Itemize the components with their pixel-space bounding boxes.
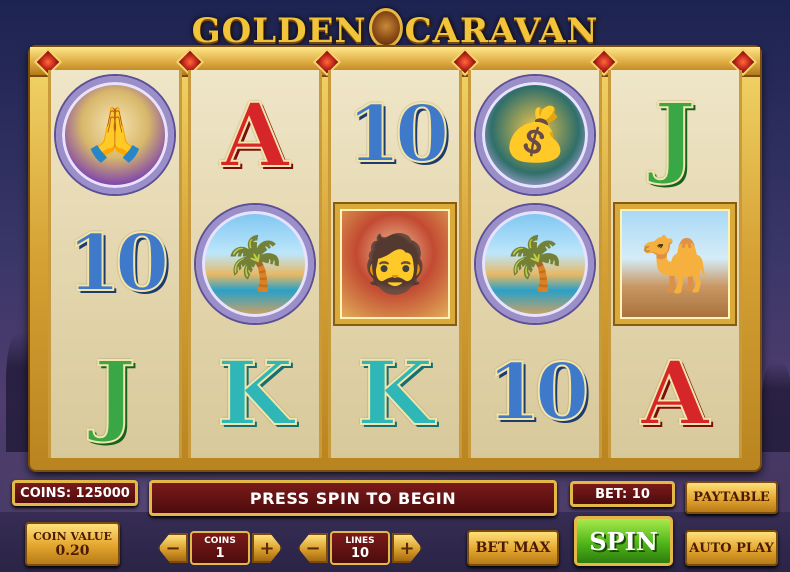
symbol-label: K (356, 341, 434, 446)
paytable-button[interactable]: PAYTABLE (685, 481, 778, 514)
symbol-ten: 10 (333, 75, 457, 195)
reel-1: 🙏 10 J (48, 70, 182, 458)
coins-increase-button[interactable]: + (252, 533, 282, 563)
reels-area: 🙏 10 J A 🌴 K 10 🧔 K 💰 🌴 10 J 🐪 A (48, 70, 742, 458)
merchant-icon: 🙏 (56, 75, 174, 194)
treasure-chest-icon: 💰 (476, 75, 594, 194)
symbol-ten: 10 (473, 333, 597, 453)
symbol-label: J (93, 341, 137, 446)
symbol-merchant: 🙏 (53, 75, 177, 195)
camel-emblem-icon (368, 8, 403, 48)
symbol-ace: A (613, 333, 737, 453)
symbol-label: A (220, 82, 290, 187)
symbol-label: 10 (66, 217, 171, 309)
coins-stepper: − COINS 1 + (158, 530, 282, 566)
trader-icon: 🧔 (335, 203, 455, 324)
camel-icon: 🐪 (615, 203, 735, 324)
coins-balance: COINS: 125000 (12, 480, 138, 506)
symbol-king: K (193, 333, 317, 453)
symbol-treasure-chest: 💰 (473, 75, 597, 195)
symbol-label: 10 (486, 347, 591, 439)
symbol-oasis: 🌴 (473, 204, 597, 324)
game-title: GOLDEN CARAVAN (0, 8, 790, 51)
symbol-ten: 10 (53, 204, 177, 324)
spin-button[interactable]: SPIN (574, 516, 673, 566)
title-left: GOLDEN (191, 11, 367, 51)
coins-stepper-value: 1 (215, 545, 225, 561)
symbol-label: A (640, 341, 710, 446)
coin-value: 0.20 (55, 542, 90, 559)
bet-max-button[interactable]: BET MAX (467, 530, 559, 566)
reel-3: 10 🧔 K (328, 70, 462, 458)
message-bar: PRESS SPIN TO BEGIN (149, 480, 557, 516)
auto-play-button[interactable]: AUTO PLAY (685, 530, 778, 566)
symbol-king: K (333, 333, 457, 453)
lines-stepper-label: LINES (345, 535, 375, 546)
reel-5: J 🐪 A (608, 70, 742, 458)
reel-2: A 🌴 K (188, 70, 322, 458)
lines-stepper-value: 10 (350, 545, 370, 561)
lines-stepper: − LINES 10 + (298, 530, 422, 566)
symbol-jack: J (613, 75, 737, 195)
oasis-icon: 🌴 (196, 204, 314, 323)
bet-display: BET: 10 (570, 481, 675, 507)
title-right: CARAVAN (404, 11, 599, 51)
coins-stepper-display: COINS 1 (190, 531, 250, 565)
coins-stepper-label: COINS (204, 535, 236, 546)
lines-increase-button[interactable]: + (392, 533, 422, 563)
reel-4: 💰 🌴 10 (468, 70, 602, 458)
lines-stepper-display: LINES 10 (330, 531, 390, 565)
symbol-ace: A (193, 75, 317, 195)
coin-value-label: COIN VALUE (33, 529, 112, 543)
symbol-label: 10 (346, 88, 451, 180)
coins-decrease-button[interactable]: − (158, 533, 188, 563)
palm-silhouette (762, 362, 790, 452)
symbol-label: K (216, 341, 294, 446)
coin-value-display[interactable]: COIN VALUE 0.20 (25, 522, 120, 566)
lines-decrease-button[interactable]: − (298, 533, 328, 563)
symbol-camel: 🐪 (613, 203, 737, 324)
symbol-trader: 🧔 (333, 203, 457, 324)
symbol-label: J (653, 82, 697, 187)
symbol-oasis: 🌴 (193, 204, 317, 324)
symbol-jack: J (53, 333, 177, 453)
oasis-icon: 🌴 (476, 204, 594, 323)
